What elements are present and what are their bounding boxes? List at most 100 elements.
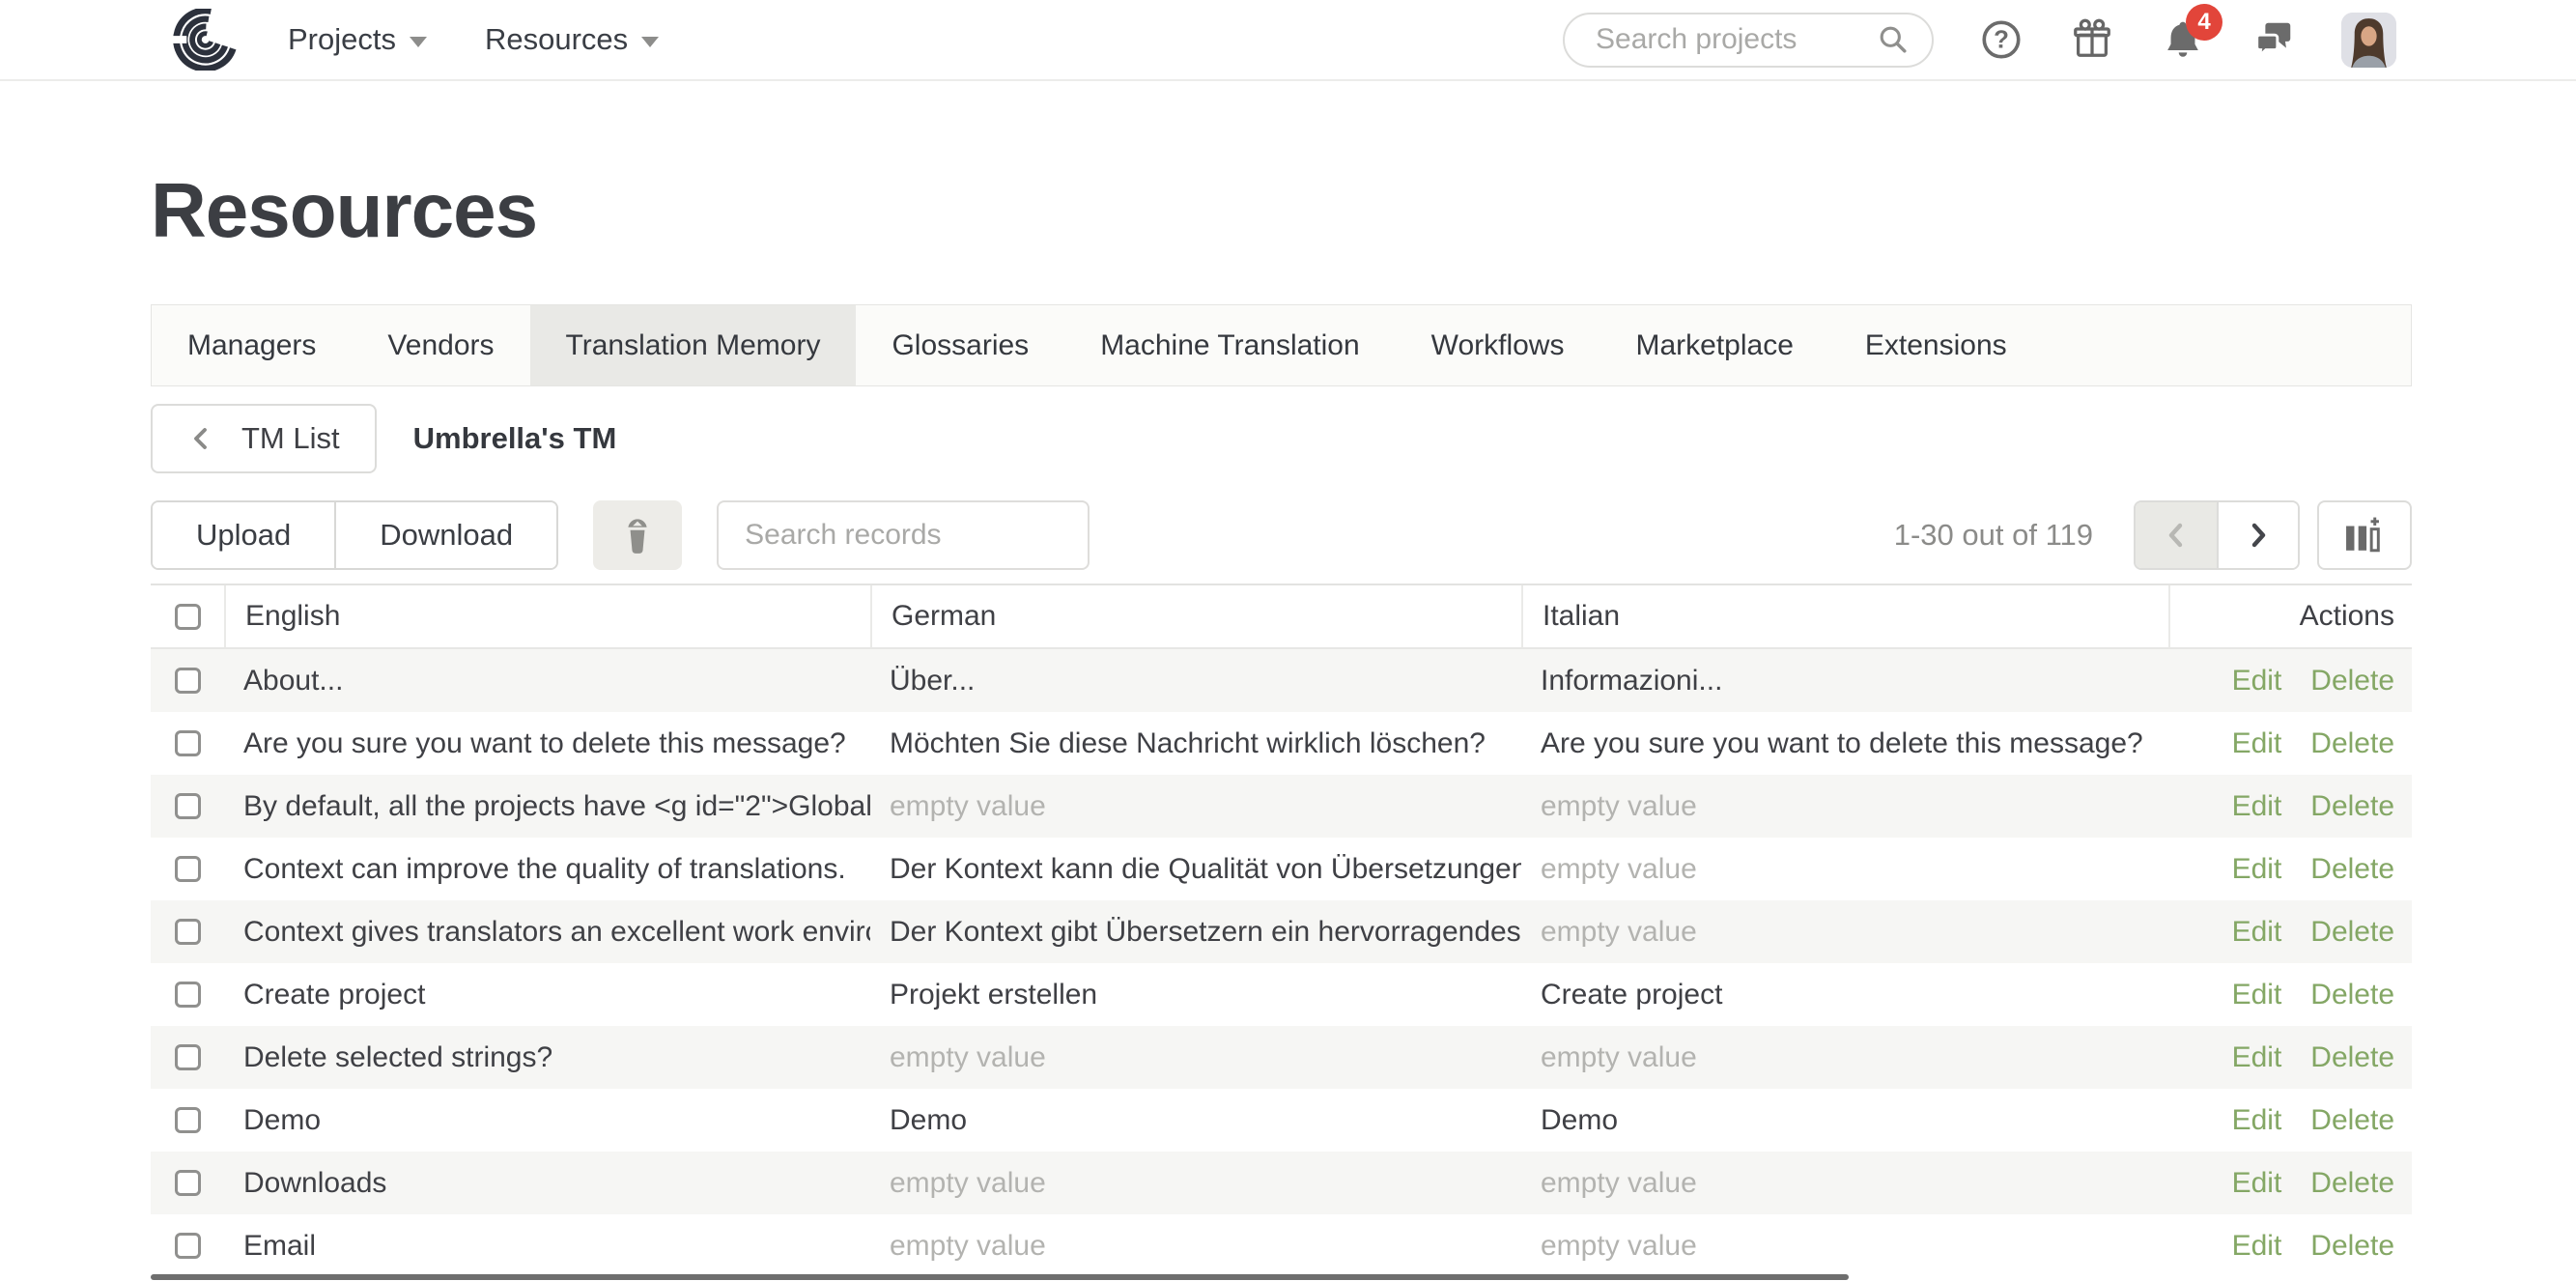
edit-link[interactable]: Edit — [2232, 665, 2282, 697]
search-icon[interactable] — [1874, 20, 1912, 59]
edit-link[interactable]: Edit — [2232, 1104, 2282, 1136]
row-checkbox[interactable] — [175, 1044, 201, 1070]
row-select-cell — [151, 730, 224, 756]
tab-extensions[interactable]: Extensions — [1829, 305, 2043, 385]
cell-english: Delete selected strings? — [224, 1041, 870, 1074]
row-actions: Edit Delete — [2168, 1041, 2412, 1074]
tab-glossaries[interactable]: Glossaries — [856, 305, 1064, 385]
row-select-cell — [151, 856, 224, 882]
delete-link[interactable]: Delete — [2310, 853, 2394, 885]
delete-link[interactable]: Delete — [2310, 1167, 2394, 1199]
edit-link[interactable]: Edit — [2232, 979, 2282, 1011]
row-checkbox[interactable] — [175, 1107, 201, 1133]
tm-toolbar: Upload Download 1-30 out of 119 — [151, 500, 2412, 570]
delete-link[interactable]: Delete — [2310, 665, 2394, 697]
page-title: Resources — [151, 81, 2412, 249]
empty-value-label: empty value — [890, 1167, 1046, 1199]
cell-english: Demo — [224, 1104, 870, 1137]
resources-menu[interactable]: Resources — [485, 22, 659, 57]
table-row: By default, all the projects have <g id=… — [151, 775, 2412, 838]
cell-english: Context can improve the quality of trans… — [224, 853, 870, 886]
delete-link[interactable]: Delete — [2310, 1041, 2394, 1073]
table-row: Context can improve the quality of trans… — [151, 838, 2412, 900]
row-checkbox[interactable] — [175, 982, 201, 1008]
row-actions: Edit Delete — [2168, 790, 2412, 823]
empty-value-label: empty value — [1541, 1041, 1697, 1073]
row-checkbox[interactable] — [175, 668, 201, 694]
gift-button[interactable] — [2069, 16, 2115, 63]
row-checkbox[interactable] — [175, 793, 201, 819]
row-checkbox[interactable] — [175, 1170, 201, 1196]
cell-english: Downloads — [224, 1167, 870, 1200]
app-logo-icon[interactable] — [153, 9, 238, 71]
cell-german: Der Kontext gibt Übersetzern ein hervorr… — [870, 916, 1521, 949]
cell-english: Email — [224, 1230, 870, 1263]
delete-link[interactable]: Delete — [2310, 916, 2394, 948]
gift-icon — [2070, 17, 2114, 62]
edit-link[interactable]: Edit — [2232, 1167, 2282, 1199]
empty-value-label: empty value — [1541, 1230, 1697, 1262]
cell-english: By default, all the projects have <g id=… — [224, 790, 870, 823]
empty-value-label: empty value — [890, 790, 1046, 822]
row-actions: Edit Delete — [2168, 916, 2412, 949]
cell-german: Möchten Sie diese Nachricht wirklich lös… — [870, 727, 1521, 760]
tab-translation-memory[interactable]: Translation Memory — [530, 305, 857, 385]
row-checkbox[interactable] — [175, 730, 201, 756]
pagination-label: 1-30 out of 119 — [1894, 518, 2093, 553]
tab-vendors[interactable]: Vendors — [352, 305, 529, 385]
tab-workflows[interactable]: Workflows — [1396, 305, 1600, 385]
previous-page-button[interactable] — [2136, 502, 2217, 568]
delete-link[interactable]: Delete — [2310, 1230, 2394, 1262]
svg-text:?: ? — [1994, 27, 2009, 54]
row-actions: Edit Delete — [2168, 979, 2412, 1011]
edit-link[interactable]: Edit — [2232, 727, 2282, 759]
edit-link[interactable]: Edit — [2232, 1230, 2282, 1262]
cell-italian: Create project — [1521, 979, 2168, 1011]
delete-link[interactable]: Delete — [2310, 790, 2394, 822]
select-all-checkbox[interactable] — [175, 604, 201, 630]
help-button[interactable]: ? — [1978, 16, 2024, 63]
cell-german: empty value — [870, 1230, 1521, 1263]
download-button[interactable]: Download — [334, 502, 556, 568]
row-actions: Edit Delete — [2168, 727, 2412, 760]
edit-link[interactable]: Edit — [2232, 1041, 2282, 1073]
search-projects-input[interactable] — [1594, 22, 1874, 57]
empty-value-label: empty value — [1541, 853, 1697, 885]
tab-marketplace[interactable]: Marketplace — [1599, 305, 1828, 385]
tab-machine-translation[interactable]: Machine Translation — [1064, 305, 1395, 385]
projects-menu[interactable]: Projects — [288, 22, 427, 57]
cell-italian: empty value — [1521, 853, 2168, 886]
delete-link[interactable]: Delete — [2310, 1104, 2394, 1136]
row-checkbox[interactable] — [175, 856, 201, 882]
cell-german: empty value — [870, 790, 1521, 823]
back-to-tm-list-button[interactable]: TM List — [151, 404, 377, 473]
delete-link[interactable]: Delete — [2310, 979, 2394, 1011]
table-row: Context gives translators an excellent w… — [151, 900, 2412, 963]
edit-link[interactable]: Edit — [2232, 916, 2282, 948]
row-actions: Edit Delete — [2168, 665, 2412, 697]
cell-italian: empty value — [1521, 916, 2168, 949]
tab-managers[interactable]: Managers — [152, 305, 352, 385]
delete-link[interactable]: Delete — [2310, 727, 2394, 759]
row-select-cell — [151, 668, 224, 694]
table-row: Delete selected strings?empty valueempty… — [151, 1026, 2412, 1089]
row-checkbox[interactable] — [175, 919, 201, 945]
configure-columns-button[interactable] — [2317, 500, 2412, 570]
messages-button[interactable] — [2250, 16, 2297, 63]
search-records-input[interactable] — [717, 500, 1090, 570]
notifications-button[interactable]: 4 — [2160, 16, 2206, 63]
pager — [2134, 500, 2300, 570]
upload-button[interactable]: Upload — [153, 502, 334, 568]
user-avatar[interactable] — [2341, 13, 2396, 68]
delete-selected-button[interactable] — [593, 500, 682, 570]
edit-link[interactable]: Edit — [2232, 790, 2282, 822]
table-body: About...Über...Informazioni...EditDelete… — [151, 649, 2412, 1277]
row-checkbox[interactable] — [175, 1233, 201, 1259]
next-page-button[interactable] — [2217, 502, 2298, 568]
edit-link[interactable]: Edit — [2232, 853, 2282, 885]
empty-value-label: empty value — [1541, 916, 1697, 948]
row-actions: Edit Delete — [2168, 853, 2412, 886]
horizontal-scrollbar[interactable] — [151, 1274, 1849, 1280]
cell-italian: empty value — [1521, 1041, 2168, 1074]
row-actions: Edit Delete — [2168, 1167, 2412, 1200]
